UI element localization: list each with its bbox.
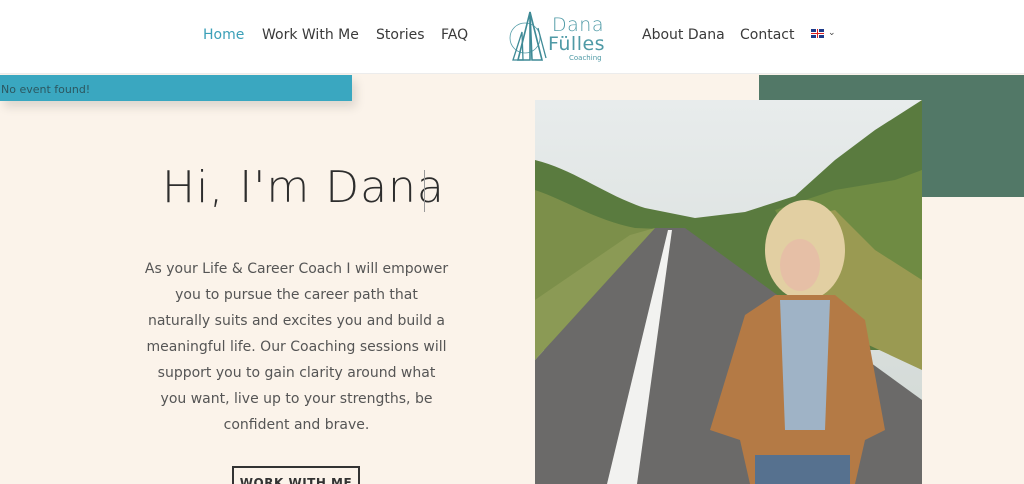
typing-cursor — [424, 170, 425, 212]
hero-title: Hi, I'm Dana — [162, 162, 445, 213]
hero-description: As your Life & Career Coach I will empow… — [144, 261, 449, 433]
events-banner: No event found! — [0, 75, 352, 101]
uk-flag-icon — [811, 28, 824, 38]
nav-about[interactable]: About Dana — [642, 27, 725, 43]
nav-work-with-me[interactable]: Work With Me — [262, 27, 359, 43]
logo-line-2: Fülles — [548, 33, 606, 55]
nav-stories[interactable]: Stories — [376, 27, 425, 43]
chevron-down-icon: ⌄ — [828, 28, 836, 38]
nav-faq[interactable]: FAQ — [441, 27, 468, 43]
logo-line-3: Coaching — [569, 54, 602, 62]
hero-photo — [535, 100, 922, 484]
site-logo[interactable]: Dana Fülles Coaching — [508, 8, 606, 66]
nav-home[interactable]: Home — [203, 27, 244, 43]
site-header: Home Work With Me Stories FAQ Dana Fülle… — [0, 0, 1024, 74]
work-with-me-button[interactable]: WORK WITH ME — [232, 466, 360, 484]
nav-contact[interactable]: Contact — [740, 27, 794, 43]
events-banner-text: No event found! — [1, 83, 91, 96]
language-switcher[interactable]: ⌄ — [811, 28, 836, 38]
